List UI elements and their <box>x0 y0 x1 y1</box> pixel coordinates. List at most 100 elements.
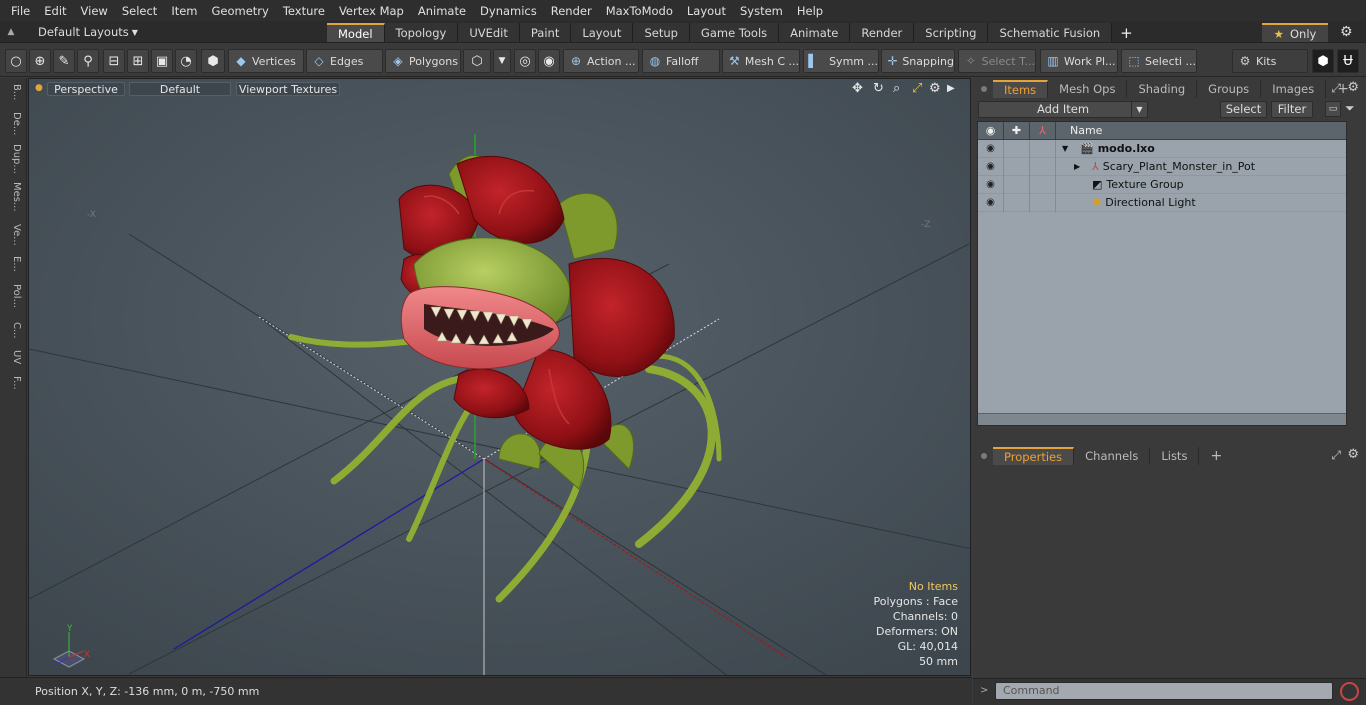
tab-channels[interactable]: Channels <box>1074 447 1151 465</box>
expand-panel-icon[interactable]: ⤢ <box>1331 448 1341 463</box>
menu-select[interactable]: Select <box>115 4 164 18</box>
menu-render[interactable]: Render <box>544 4 599 18</box>
unreal-icon[interactable]: Ʉ <box>1337 49 1359 73</box>
tab-animate[interactable]: Animate <box>779 23 851 42</box>
name-column-header[interactable]: Name <box>1056 124 1102 137</box>
layout-dropdown[interactable]: ▲ Default Layouts ▼ <box>4 24 138 40</box>
command-input[interactable]: Command <box>995 682 1333 700</box>
pen-icon[interactable]: ✎ <box>53 49 75 73</box>
menu-texture[interactable]: Texture <box>276 4 332 18</box>
lock-cell[interactable] <box>1004 193 1030 212</box>
tab-setup[interactable]: Setup <box>633 23 690 42</box>
only-button[interactable]: ★ Only <box>1262 23 1328 42</box>
viewport-textures-dropdown[interactable]: Viewport Textures <box>236 82 340 96</box>
tab-images[interactable]: Images <box>1261 80 1327 98</box>
select-button[interactable]: Select <box>1220 101 1267 118</box>
symmetry-toggle-icon[interactable]: ◎ <box>514 49 536 73</box>
menu-help[interactable]: Help <box>790 4 830 18</box>
menu-vertex-map[interactable]: Vertex Map <box>332 4 411 18</box>
render-cell[interactable] <box>1030 175 1056 194</box>
globe-icon[interactable]: ⊕ <box>29 49 51 73</box>
tab-scripting[interactable]: Scripting <box>914 23 989 42</box>
filter-button[interactable]: Filter <box>1271 101 1313 118</box>
edges-button[interactable]: ◇ Edges <box>306 49 383 73</box>
chevron-down-icon[interactable]: ▼ <box>493 49 511 73</box>
collapse-arrow-icon[interactable]: ▲ <box>4 27 18 37</box>
menu-maxtomodo[interactable]: MaxToModo <box>599 4 680 18</box>
tab-paint[interactable]: Paint <box>519 23 572 42</box>
menu-geometry[interactable]: Geometry <box>205 4 276 18</box>
expand-panel-icon[interactable]: ⤢ <box>1331 81 1341 96</box>
filter-funnel-icon[interactable]: ⏷ <box>1345 101 1355 116</box>
mesh-cleanup-button[interactable]: ⚒ Mesh C ... <box>722 49 800 73</box>
horizontal-scrollbar[interactable] <box>978 413 1346 425</box>
material-icon[interactable]: ⬡ <box>463 49 491 73</box>
vtab-duplicate[interactable]: Dup... <box>4 144 22 178</box>
tab-layout[interactable]: Layout <box>571 23 634 42</box>
eye-icon[interactable]: ◉ <box>978 175 1004 194</box>
align-icon[interactable]: ⊟ <box>103 49 125 73</box>
work-plane-button[interactable]: ▥ Work Pl... <box>1040 49 1118 73</box>
tab-schematic-fusion[interactable]: Schematic Fusion <box>988 23 1113 42</box>
panel-dot-icon[interactable] <box>981 453 987 459</box>
brush-icon[interactable]: ⚲ <box>77 49 99 73</box>
menu-item[interactable]: Item <box>164 4 204 18</box>
panel-dot-icon[interactable] <box>981 86 987 92</box>
list-item[interactable]: ◉ ✹ Directional Light <box>978 193 1346 212</box>
lock-cell[interactable] <box>1004 139 1030 158</box>
vtab-fusion[interactable]: F... <box>4 376 22 406</box>
tab-mesh-ops[interactable]: Mesh Ops <box>1048 80 1128 98</box>
render-cell[interactable] <box>1030 139 1056 158</box>
perspective-dropdown[interactable]: Perspective <box>47 82 125 96</box>
vtab-curve[interactable]: C... <box>4 322 22 346</box>
list-item[interactable]: ◉ ◩ Texture Group <box>978 175 1346 194</box>
3d-viewport[interactable]: -X -Z Y X ● Perspective Default Viewport… <box>28 78 971 676</box>
grid-snap-icon[interactable]: ⊞ <box>127 49 149 73</box>
center-icon[interactable]: ◉ <box>538 49 560 73</box>
panel-gear-icon[interactable]: ⚙ <box>1347 80 1359 95</box>
add-panel-tab-button[interactable]: + <box>1199 447 1233 465</box>
selection-sets-button[interactable]: ⬚ Selecti ... <box>1121 49 1197 73</box>
menu-file[interactable]: File <box>4 4 37 18</box>
expand-arrow-icon[interactable]: ▶ <box>947 83 955 94</box>
vtab-deform[interactable]: De... <box>4 112 22 140</box>
menu-system[interactable]: System <box>733 4 790 18</box>
menu-dynamics[interactable]: Dynamics <box>473 4 544 18</box>
vtab-vertex[interactable]: Ve... <box>4 224 22 252</box>
menu-layout[interactable]: Layout <box>680 4 733 18</box>
chevron-down-icon[interactable]: ▼ <box>1131 102 1147 117</box>
tab-groups[interactable]: Groups <box>1197 80 1262 98</box>
lock-column-icon[interactable]: ✚ <box>1004 121 1030 140</box>
menu-animate[interactable]: Animate <box>411 4 473 18</box>
square-icon[interactable]: ▣ <box>151 49 173 73</box>
eye-icon[interactable]: ◉ <box>978 139 1004 158</box>
eye-icon[interactable]: ◉ <box>978 157 1004 176</box>
expand-arrow-icon[interactable]: ▶ <box>1074 162 1088 171</box>
list-item[interactable]: ◉ ▼ 🎬 modo.lxo <box>978 139 1346 158</box>
lock-cell[interactable] <box>1004 157 1030 176</box>
snapping-button[interactable]: ✛ Snapping <box>881 49 955 73</box>
list-item[interactable]: ◉ ▶ ⅄ Scary_Plant_Monster_in_Pot <box>978 157 1346 176</box>
zoom-icon[interactable]: ⌕ <box>893 81 900 96</box>
select-through-button[interactable]: ✧ Select T... <box>958 49 1036 73</box>
add-item-button[interactable]: Add Item ▼ <box>978 101 1148 118</box>
vtab-mesh-edit[interactable]: Mes... <box>4 182 22 218</box>
maximize-icon[interactable]: ⤢ <box>912 81 922 96</box>
render-column-icon[interactable]: ⅄ <box>1030 121 1056 140</box>
visibility-column-icon[interactable]: ◉ <box>978 121 1004 140</box>
tab-game-tools[interactable]: Game Tools <box>689 23 780 42</box>
eye-icon[interactable]: ◉ <box>978 193 1004 212</box>
vtab-basic[interactable]: B... <box>4 84 22 108</box>
tab-topology[interactable]: Topology <box>384 23 459 42</box>
lock-cell[interactable] <box>1004 175 1030 194</box>
render-cell[interactable] <box>1030 193 1056 212</box>
record-icon[interactable] <box>1340 682 1359 701</box>
tab-lists[interactable]: Lists <box>1150 447 1200 465</box>
gear-icon[interactable]: ⚙ <box>1340 24 1353 40</box>
viewport-dot-icon[interactable]: ● <box>35 83 43 93</box>
tab-render[interactable]: Render <box>850 23 915 42</box>
vertices-button[interactable]: ◆ Vertices <box>228 49 304 73</box>
action-center-button[interactable]: ⊕ Action ... <box>563 49 639 73</box>
viewport-gear-icon[interactable]: ⚙ <box>929 81 941 96</box>
menu-edit[interactable]: Edit <box>37 4 73 18</box>
